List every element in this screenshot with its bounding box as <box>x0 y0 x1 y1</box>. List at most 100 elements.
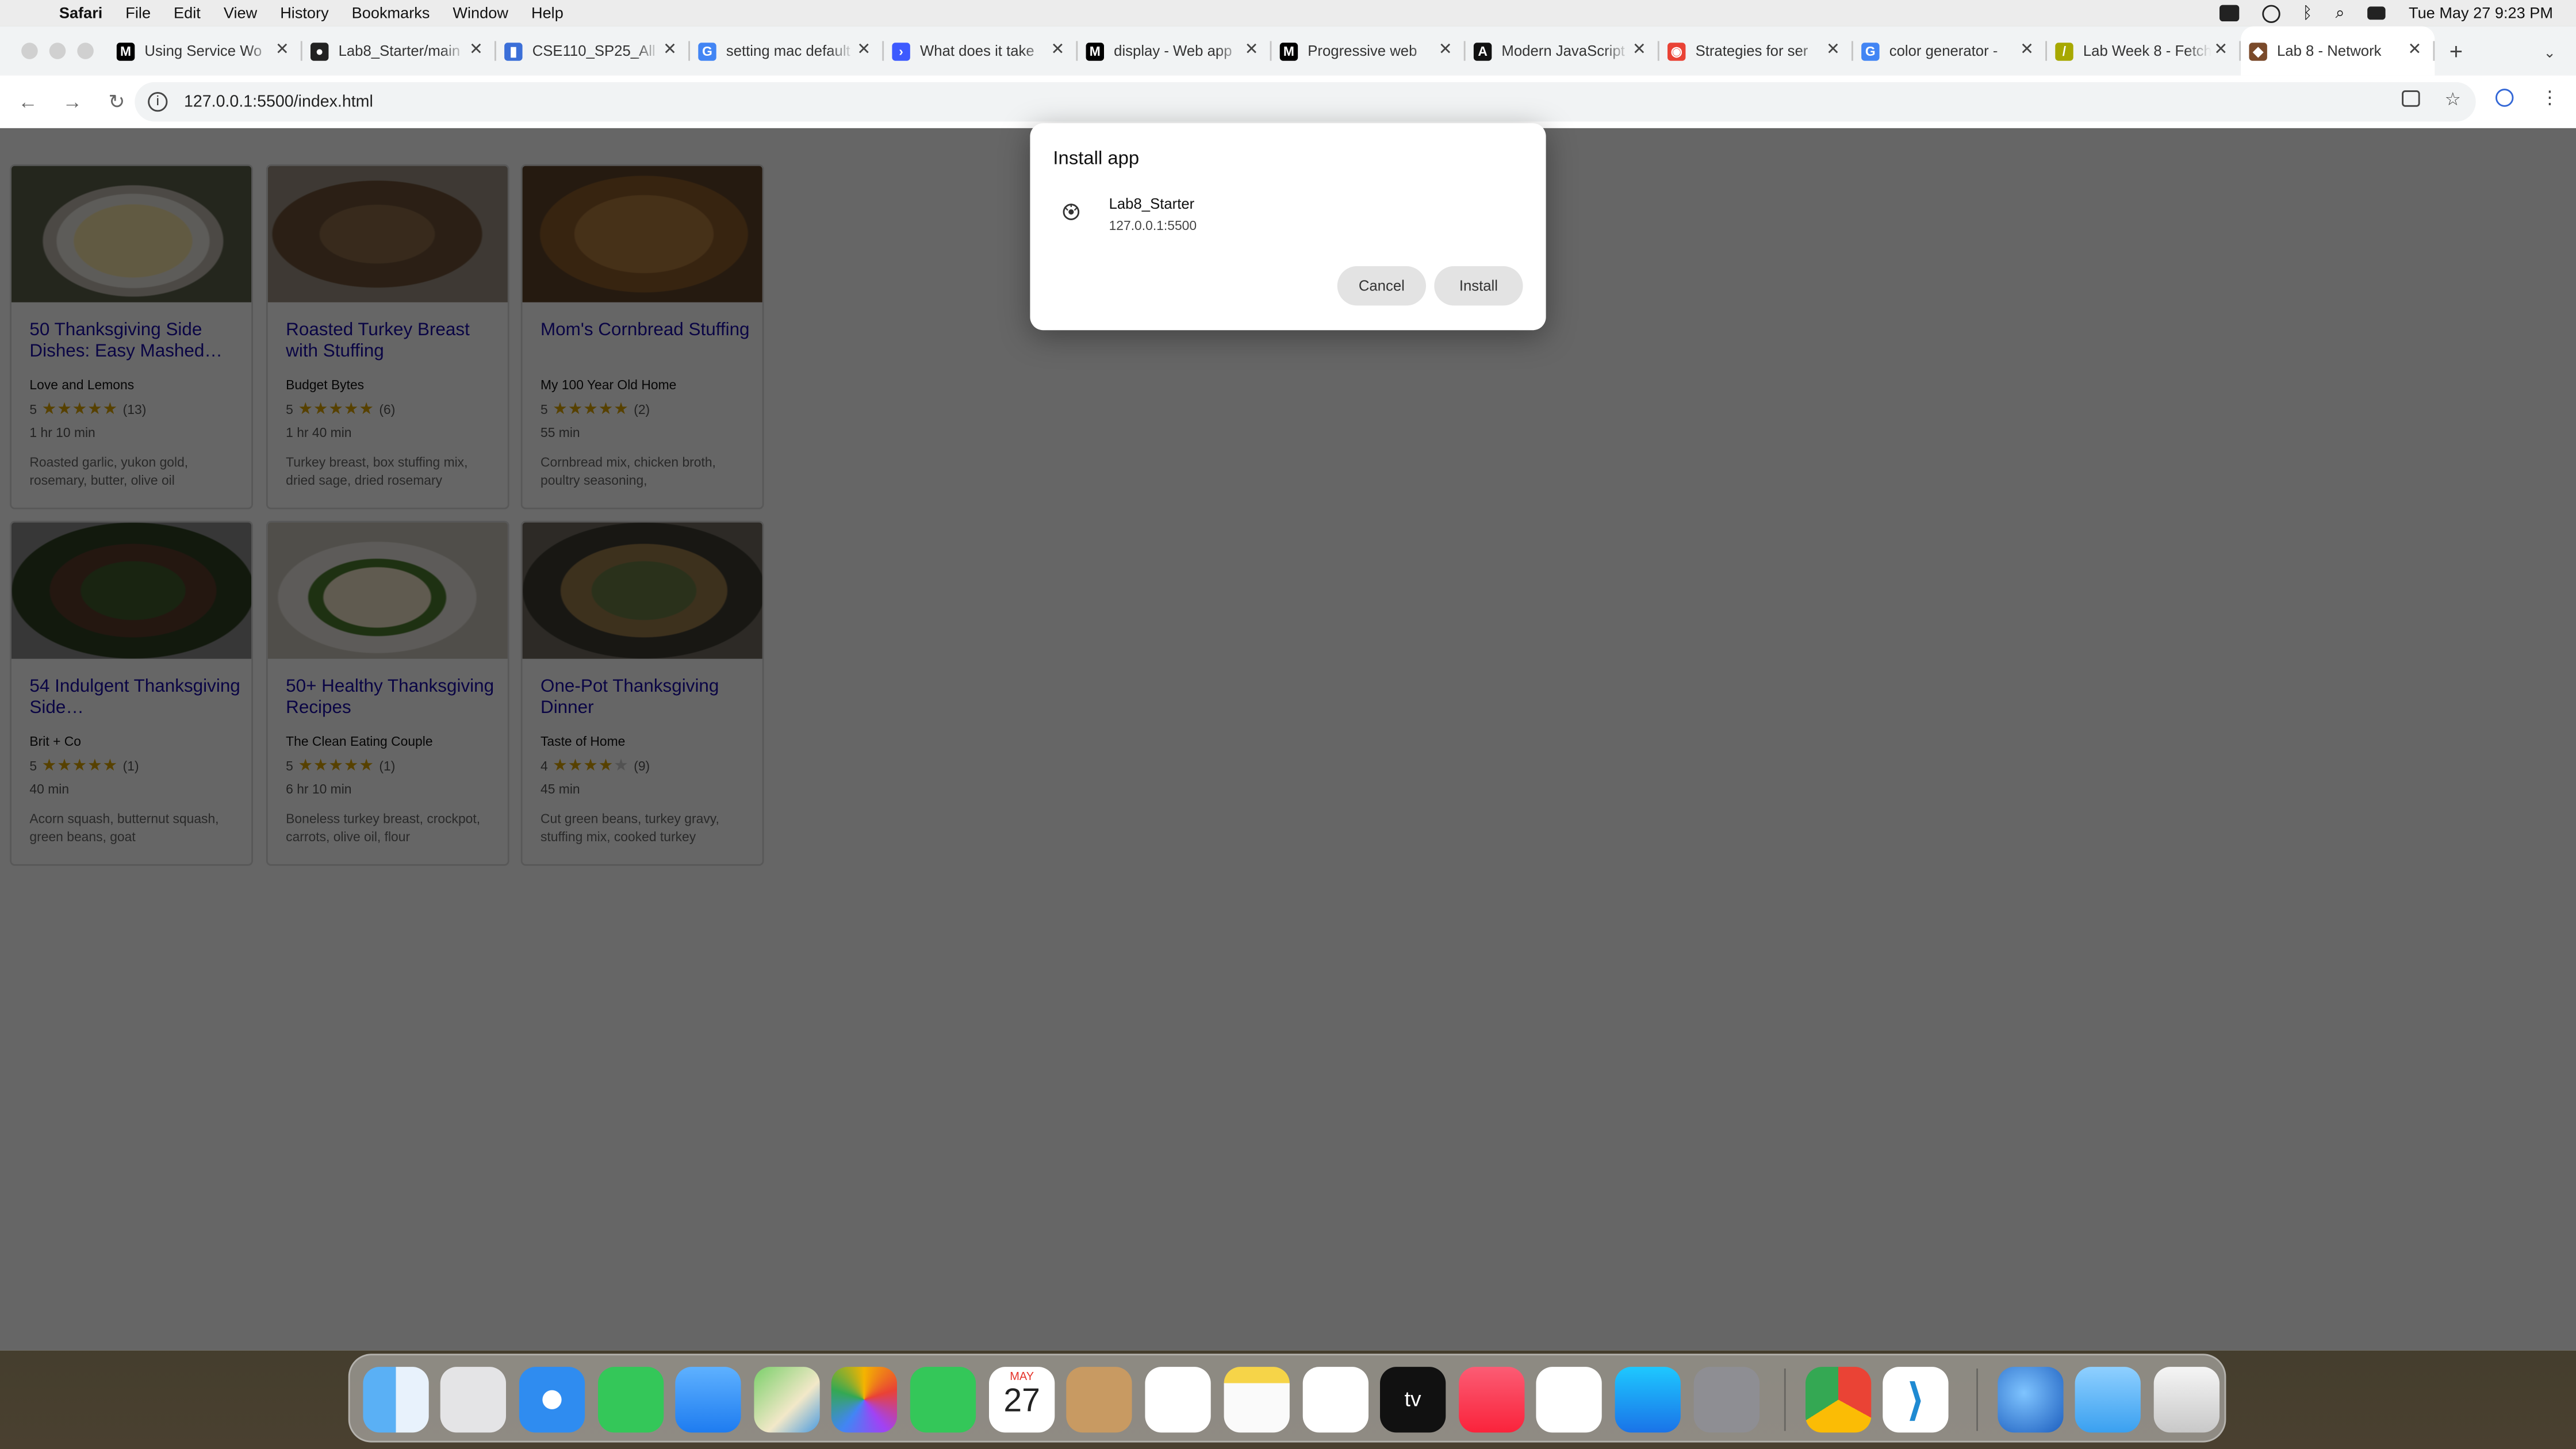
photos-icon[interactable] <box>831 1367 897 1433</box>
tab-2[interactable]: ● Lab8_Starter/main ✕ <box>302 26 496 76</box>
back-icon[interactable]: ← <box>8 90 48 113</box>
profile-icon[interactable] <box>2496 89 2514 107</box>
trash-icon[interactable] <box>2153 1367 2220 1433</box>
minimize-window-button[interactable] <box>49 43 66 59</box>
turkey-app-icon <box>1061 202 1081 221</box>
tab-label: display - Web app <box>1114 43 1232 59</box>
search-icon[interactable]: ⌕ <box>2336 4 2345 22</box>
menu-bookmarks[interactable]: Bookmarks <box>352 4 430 22</box>
notes-icon[interactable] <box>1224 1367 1290 1433</box>
site-info-icon[interactable]: i <box>148 92 168 112</box>
tab-3[interactable]: ▮ CSE110_SP25_All ✕ <box>496 26 690 76</box>
bar-favicon-icon: ▮ <box>504 41 523 60</box>
bookmark-star-icon[interactable]: ☆ <box>2443 90 2463 110</box>
tab-5[interactable]: › What does it take ✕ <box>884 26 1078 76</box>
finder-icon[interactable] <box>363 1367 429 1433</box>
mail-icon[interactable] <box>675 1367 741 1433</box>
reminders-icon[interactable] <box>1145 1367 1211 1433</box>
bluetooth-icon[interactable]: ᛒ <box>2302 4 2312 22</box>
facetime-icon[interactable] <box>910 1367 976 1433</box>
freeform-icon[interactable] <box>1302 1367 1368 1433</box>
menu-history[interactable]: History <box>280 4 328 22</box>
close-tab-icon[interactable]: ✕ <box>275 41 289 59</box>
tab-4[interactable]: Gsetting mac default ✕ <box>690 26 884 76</box>
globe-icon[interactable] <box>1998 1367 2064 1433</box>
new-tab-button[interactable]: + <box>2435 38 2477 64</box>
tv-icon[interactable]: tv <box>1380 1367 1446 1433</box>
close-tab-icon[interactable]: ✕ <box>1439 41 1452 59</box>
menu-bar: Safari File Edit View History Bookmarks … <box>0 0 2576 26</box>
close-tab-icon[interactable]: ✕ <box>1051 41 1064 59</box>
close-tab-icon[interactable]: ✕ <box>857 41 871 59</box>
files-icon[interactable] <box>2075 1367 2141 1433</box>
menu-app-name[interactable]: Safari <box>59 4 102 22</box>
close-tab-icon[interactable]: ✕ <box>2020 41 2034 59</box>
G-favicon-icon: G <box>698 41 716 60</box>
vscode-icon[interactable]: ⟩ <box>1883 1367 1949 1433</box>
screen: Safari File Edit View History Bookmarks … <box>0 0 2576 1449</box>
tab-7[interactable]: M Progressive web ✕ <box>1271 26 1466 76</box>
menu-window[interactable]: Window <box>453 4 508 22</box>
tab-10[interactable]: Gcolor generator - ✕ <box>1853 26 2047 76</box>
tab-label: Modern JavaScript <box>1501 43 1625 59</box>
reload-icon[interactable]: ↻ <box>97 90 137 113</box>
dock-separator <box>1976 1368 1978 1431</box>
close-tab-icon[interactable]: ✕ <box>1632 41 1646 59</box>
chrome-icon[interactable] <box>1805 1367 1872 1433</box>
tab-bar: M Using Service Wo ✕ ● Lab8_Starter/main ✕ ▮ CS… <box>0 26 2576 76</box>
tab-separator <box>2433 41 2435 61</box>
menu-edit[interactable]: Edit <box>174 4 201 22</box>
news-icon[interactable] <box>1536 1367 1602 1433</box>
app-store-icon[interactable] <box>1615 1367 1681 1433</box>
tab-label: Using Service Wo <box>144 43 262 59</box>
gh-favicon-icon: ● <box>310 41 329 60</box>
tab-6[interactable]: Mdisplay - Web app ✕ <box>1078 26 1272 76</box>
toolbar: ← → ↻ i 127.0.0.1:5500/index.html ☆ ⋮ <box>0 75 2576 128</box>
maps-icon[interactable] <box>754 1367 820 1433</box>
M-favicon-icon: M <box>116 41 135 60</box>
music-icon[interactable] <box>1459 1367 1525 1433</box>
tab-8[interactable]: A Modern JavaScript ✕ <box>1466 26 1659 76</box>
tab-12[interactable]: ◆ Lab 8 - Network ✕ <box>2241 26 2435 76</box>
vscode-glyph: ⟩ <box>1907 1375 1924 1425</box>
forward-icon[interactable]: → <box>52 90 92 113</box>
tab-1[interactable]: M Using Service Wo ✕ <box>109 26 302 76</box>
install-button[interactable]: Install <box>1434 266 1523 306</box>
creative-cloud-icon[interactable] <box>2261 4 2280 22</box>
close-tab-icon[interactable]: ✕ <box>2214 41 2228 59</box>
close-window-button[interactable] <box>21 43 38 59</box>
M-favicon-icon: M <box>1086 41 1104 60</box>
close-tab-icon[interactable]: ✕ <box>663 41 677 59</box>
system-settings-icon[interactable] <box>1693 1367 1759 1433</box>
menu-file[interactable]: File <box>125 4 151 22</box>
M-favicon-icon: M <box>1279 41 1298 60</box>
contacts-icon[interactable] <box>1066 1367 1132 1433</box>
menu-view[interactable]: View <box>224 4 257 22</box>
close-tab-icon[interactable]: ✕ <box>469 41 483 59</box>
close-tab-icon[interactable]: ✕ <box>1826 41 1840 59</box>
menu-help[interactable]: Help <box>531 4 564 22</box>
arrow-favicon-icon: › <box>892 41 910 60</box>
menubar-clock[interactable]: Tue May 27 9:23 PM <box>2409 4 2553 22</box>
tab-9[interactable]: ◉ Strategies for ser ✕ <box>1659 26 1853 76</box>
more-menu-icon[interactable]: ⋮ <box>2540 89 2559 108</box>
safari-icon[interactable] <box>519 1367 585 1433</box>
close-tab-icon[interactable]: ✕ <box>1245 41 1259 59</box>
battery-icon[interactable] <box>2218 5 2238 22</box>
tab-label: Lab 8 - Network <box>2277 43 2382 59</box>
dock-separator <box>1784 1368 1786 1431</box>
status-area: ᛒ ⌕ Tue May 27 9:23 PM <box>2218 0 2553 26</box>
tab-11[interactable]: / Lab Week 8 - Fetch ✕ <box>2047 26 2241 76</box>
tab-label: color generator - <box>1889 43 1998 59</box>
cancel-button[interactable]: Cancel <box>1337 266 1426 306</box>
tab-search-icon[interactable]: ⌄ <box>2536 40 2563 66</box>
messages-icon[interactable] <box>598 1367 664 1433</box>
control-center-icon[interactable] <box>2367 6 2386 20</box>
calendar-icon[interactable]: MAY 27 <box>989 1367 1055 1433</box>
address-bar[interactable]: i 127.0.0.1:5500/index.html ☆ <box>135 82 2476 122</box>
zoom-window-button[interactable] <box>77 43 94 59</box>
url-text[interactable]: 127.0.0.1:5500/index.html <box>184 93 373 110</box>
launchpad-icon[interactable] <box>440 1367 506 1433</box>
close-tab-icon[interactable]: ✕ <box>2408 41 2421 59</box>
install-app-icon[interactable] <box>2402 90 2420 107</box>
